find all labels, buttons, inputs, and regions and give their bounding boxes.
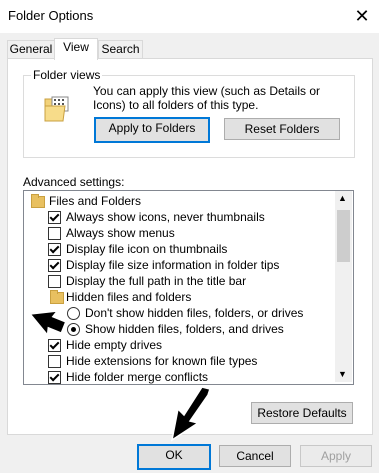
list-item-label: Files and Folders: [49, 194, 142, 208]
black-arrow-pointer: [170, 386, 211, 442]
advanced-settings-list[interactable]: Files and Folders Always show icons, nev…: [23, 190, 354, 385]
list-item[interactable]: Display the full path in the title bar: [48, 273, 246, 289]
checkbox[interactable]: [48, 339, 61, 352]
restore-defaults-button[interactable]: Restore Defaults: [251, 402, 353, 424]
checkbox[interactable]: [48, 259, 61, 272]
window-title: Folder Options: [8, 8, 94, 23]
checkbox[interactable]: [48, 275, 61, 288]
apply-to-folders-button[interactable]: Apply to Folders: [94, 117, 210, 143]
list-item[interactable]: Display file icon on thumbnails: [48, 241, 227, 257]
list-item: Hidden files and folders: [48, 289, 191, 305]
list-item[interactable]: Hide folder merge conflicts: [48, 369, 209, 384]
folder-icon: [43, 96, 71, 123]
folder-views-label: Folder views: [31, 68, 103, 82]
checkbox[interactable]: [48, 243, 61, 256]
apply-button[interactable]: Apply: [300, 445, 372, 467]
list-item[interactable]: Hide empty drives: [48, 337, 162, 353]
list-item[interactable]: Always show menus: [48, 225, 175, 241]
list-item[interactable]: Always show icons, never thumbnails: [48, 209, 265, 225]
tab-view[interactable]: View: [54, 38, 98, 60]
folder-icon: [31, 194, 45, 208]
list-item-label: Display file icon on thumbnails: [66, 242, 228, 256]
list-item-label: Don't show hidden files, folders, or dri…: [85, 306, 304, 320]
list-item[interactable]: Hide extensions for known file types: [48, 353, 257, 369]
close-icon[interactable]: ✕: [352, 6, 372, 26]
chevron-down-icon[interactable]: ▼: [338, 369, 347, 379]
tab-general[interactable]: General: [7, 40, 55, 58]
radio-button[interactable]: [67, 323, 80, 336]
black-arrow-pointer: [28, 309, 67, 335]
checkbox[interactable]: [48, 227, 61, 240]
checkbox[interactable]: [48, 371, 61, 384]
list-item[interactable]: Show hidden files, folders, and drives: [67, 321, 284, 337]
scrollbar-thumb[interactable]: [337, 210, 350, 262]
list-item-label: Display file size information in folder …: [66, 258, 280, 272]
list-item-label: Hidden files and folders: [66, 290, 192, 304]
radio-button[interactable]: [67, 307, 80, 320]
list-item: Files and Folders: [29, 193, 141, 209]
chevron-up-icon[interactable]: ▲: [338, 193, 347, 203]
checkbox[interactable]: [48, 211, 61, 224]
list-item-label: Hide extensions for known file types: [66, 354, 258, 368]
list-item-label: Show hidden files, folders, and drives: [85, 322, 284, 336]
list-item-label: Display the full path in the title bar: [66, 274, 247, 288]
checkbox[interactable]: [48, 355, 61, 368]
list-item-label: Hide empty drives: [66, 338, 163, 352]
cancel-button[interactable]: Cancel: [219, 445, 291, 467]
list-item-label: Always show menus: [66, 226, 175, 240]
tab-search[interactable]: Search: [98, 40, 143, 58]
advanced-settings-label: Advanced settings:: [23, 175, 125, 189]
list-item[interactable]: Display file size information in folder …: [48, 257, 279, 273]
reset-folders-button[interactable]: Reset Folders: [224, 118, 340, 140]
list-item-label: Always show icons, never thumbnails: [66, 210, 265, 224]
list-item[interactable]: Don't show hidden files, folders, or dri…: [67, 305, 303, 321]
folder-views-description: You can apply this view (such as Details…: [93, 84, 321, 112]
list-item-label: Hide folder merge conflicts: [66, 370, 209, 384]
